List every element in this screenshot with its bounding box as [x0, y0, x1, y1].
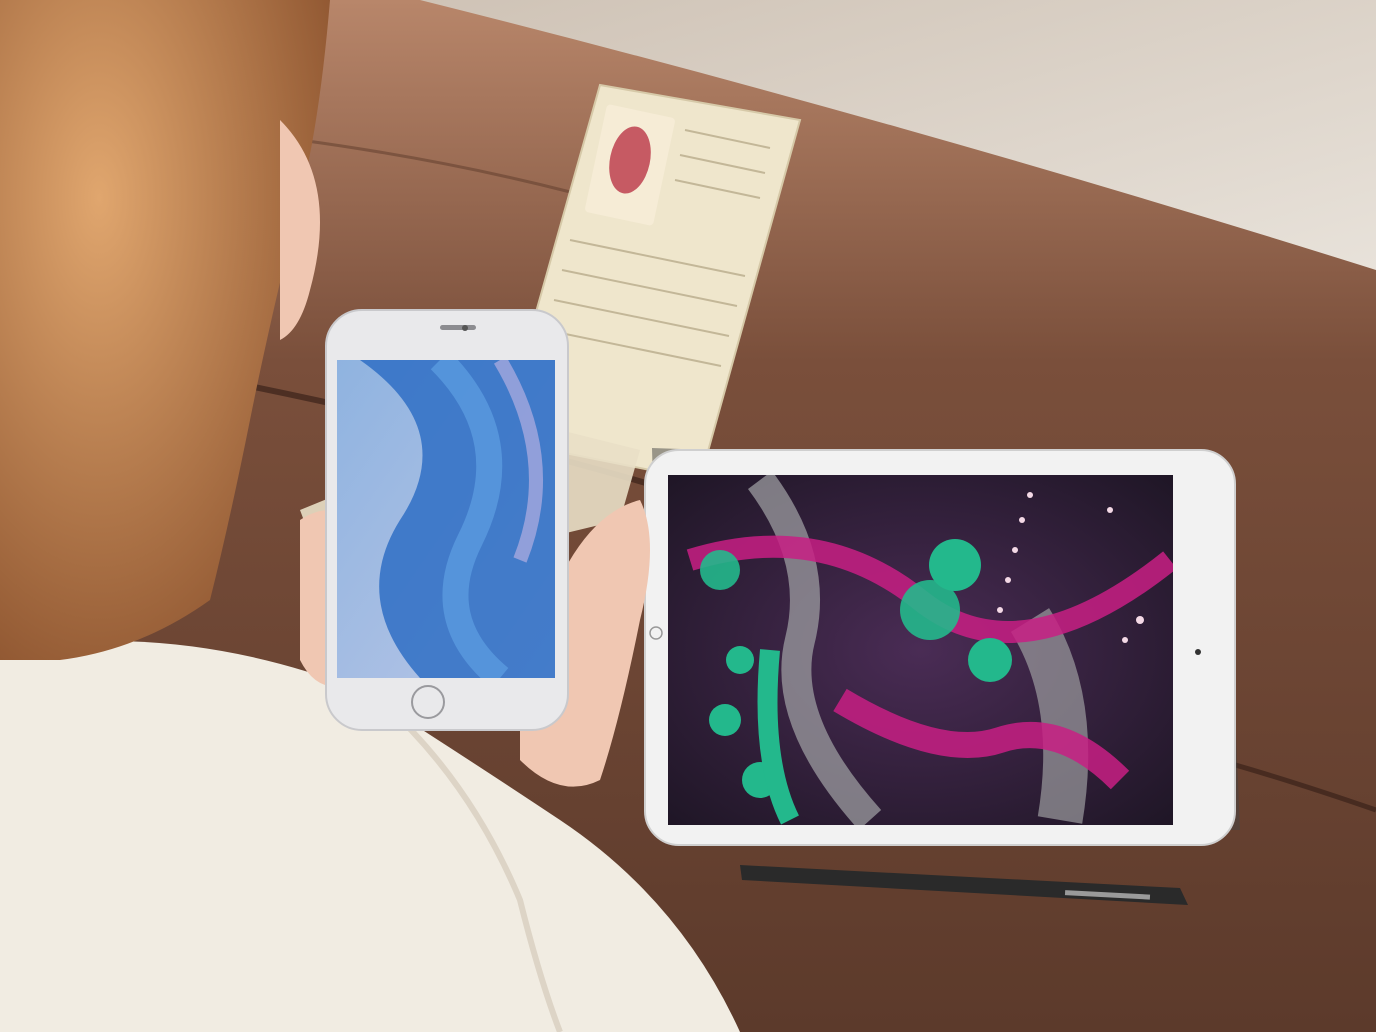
phone-speaker: [440, 325, 476, 330]
tablet-device: [644, 448, 1240, 846]
phone-camera: [462, 325, 468, 331]
scene-canvas: [0, 0, 1376, 1032]
tablet-camera: [1195, 649, 1201, 655]
photo-scene: [0, 0, 1376, 1032]
phone-device: [325, 309, 569, 731]
